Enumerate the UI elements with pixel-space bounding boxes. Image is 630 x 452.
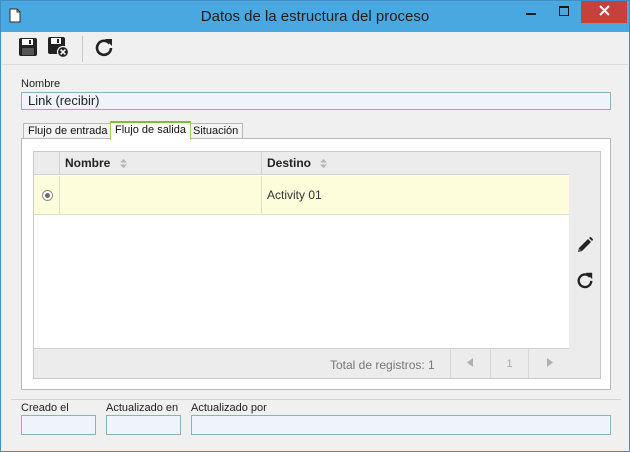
total-records: Total de registros: 1 [330,358,435,372]
updated-label: Actualizado en [106,402,179,414]
chevron-right-icon [546,357,553,370]
tab-panel: Nombre Destino Activity 01 Total de regi… [21,138,611,390]
title-bar[interactable]: Datos de la estructura del proceso [1,1,629,32]
refresh-button[interactable] [92,37,116,59]
save-close-button[interactable] [46,36,70,61]
save-close-icon [47,36,70,61]
column-separator [261,176,262,215]
minimize-icon [526,5,536,19]
name-field[interactable]: Link (recibir) [21,92,611,110]
column-separator [59,176,60,215]
table-row[interactable]: Activity 01 [34,176,569,215]
prev-page-button[interactable] [450,349,490,378]
sort-icon [119,153,127,175]
column-header-label: Destino [267,156,312,170]
close-button[interactable] [581,1,627,23]
grid-header: Nombre Destino [34,152,569,175]
column-header-destino[interactable]: Destino [262,152,562,175]
close-icon [598,5,610,19]
column-header-label: Nombre [65,156,111,170]
updated-by-label: Actualizado por [191,402,267,414]
grid-side-toolbar [569,151,601,379]
save-button[interactable] [16,37,40,59]
next-page-button[interactable] [528,349,569,378]
tab-flujo-entrada[interactable]: Flujo de entrada [23,123,113,139]
maximize-icon [559,5,569,19]
tab-flujo-salida[interactable]: Flujo de salida [110,121,191,140]
dialog-window: Datos de la estructura del proceso Nombr… [0,0,630,452]
pencil-icon [576,236,594,257]
name-label: Nombre [21,78,61,90]
grid-footer: Total de registros: 1 1 [34,348,569,378]
edit-button[interactable] [574,235,596,257]
section-divider [11,399,621,400]
refresh-icon [576,271,594,292]
tab-situacion[interactable]: Situación [188,123,244,139]
column-header-nombre[interactable]: Nombre [60,152,260,175]
updated-field [106,415,181,435]
exit-flow-grid: Nombre Destino Activity 01 Total de regi… [33,151,570,379]
updated-by-field [191,415,611,435]
minimize-button[interactable] [516,1,546,23]
maximize-button[interactable] [549,1,579,23]
grid-refresh-button[interactable] [574,270,596,292]
toolbar [2,32,628,65]
refresh-icon [94,37,114,60]
cell-destino: Activity 01 [267,188,322,202]
created-field [21,415,96,435]
page-number: 1 [490,349,528,378]
toolbar-separator [82,36,83,62]
chevron-left-icon [467,357,474,370]
created-label: Creado el [21,402,69,414]
save-icon [18,37,38,60]
row-select-radio[interactable] [42,190,53,201]
sort-icon [320,153,328,175]
